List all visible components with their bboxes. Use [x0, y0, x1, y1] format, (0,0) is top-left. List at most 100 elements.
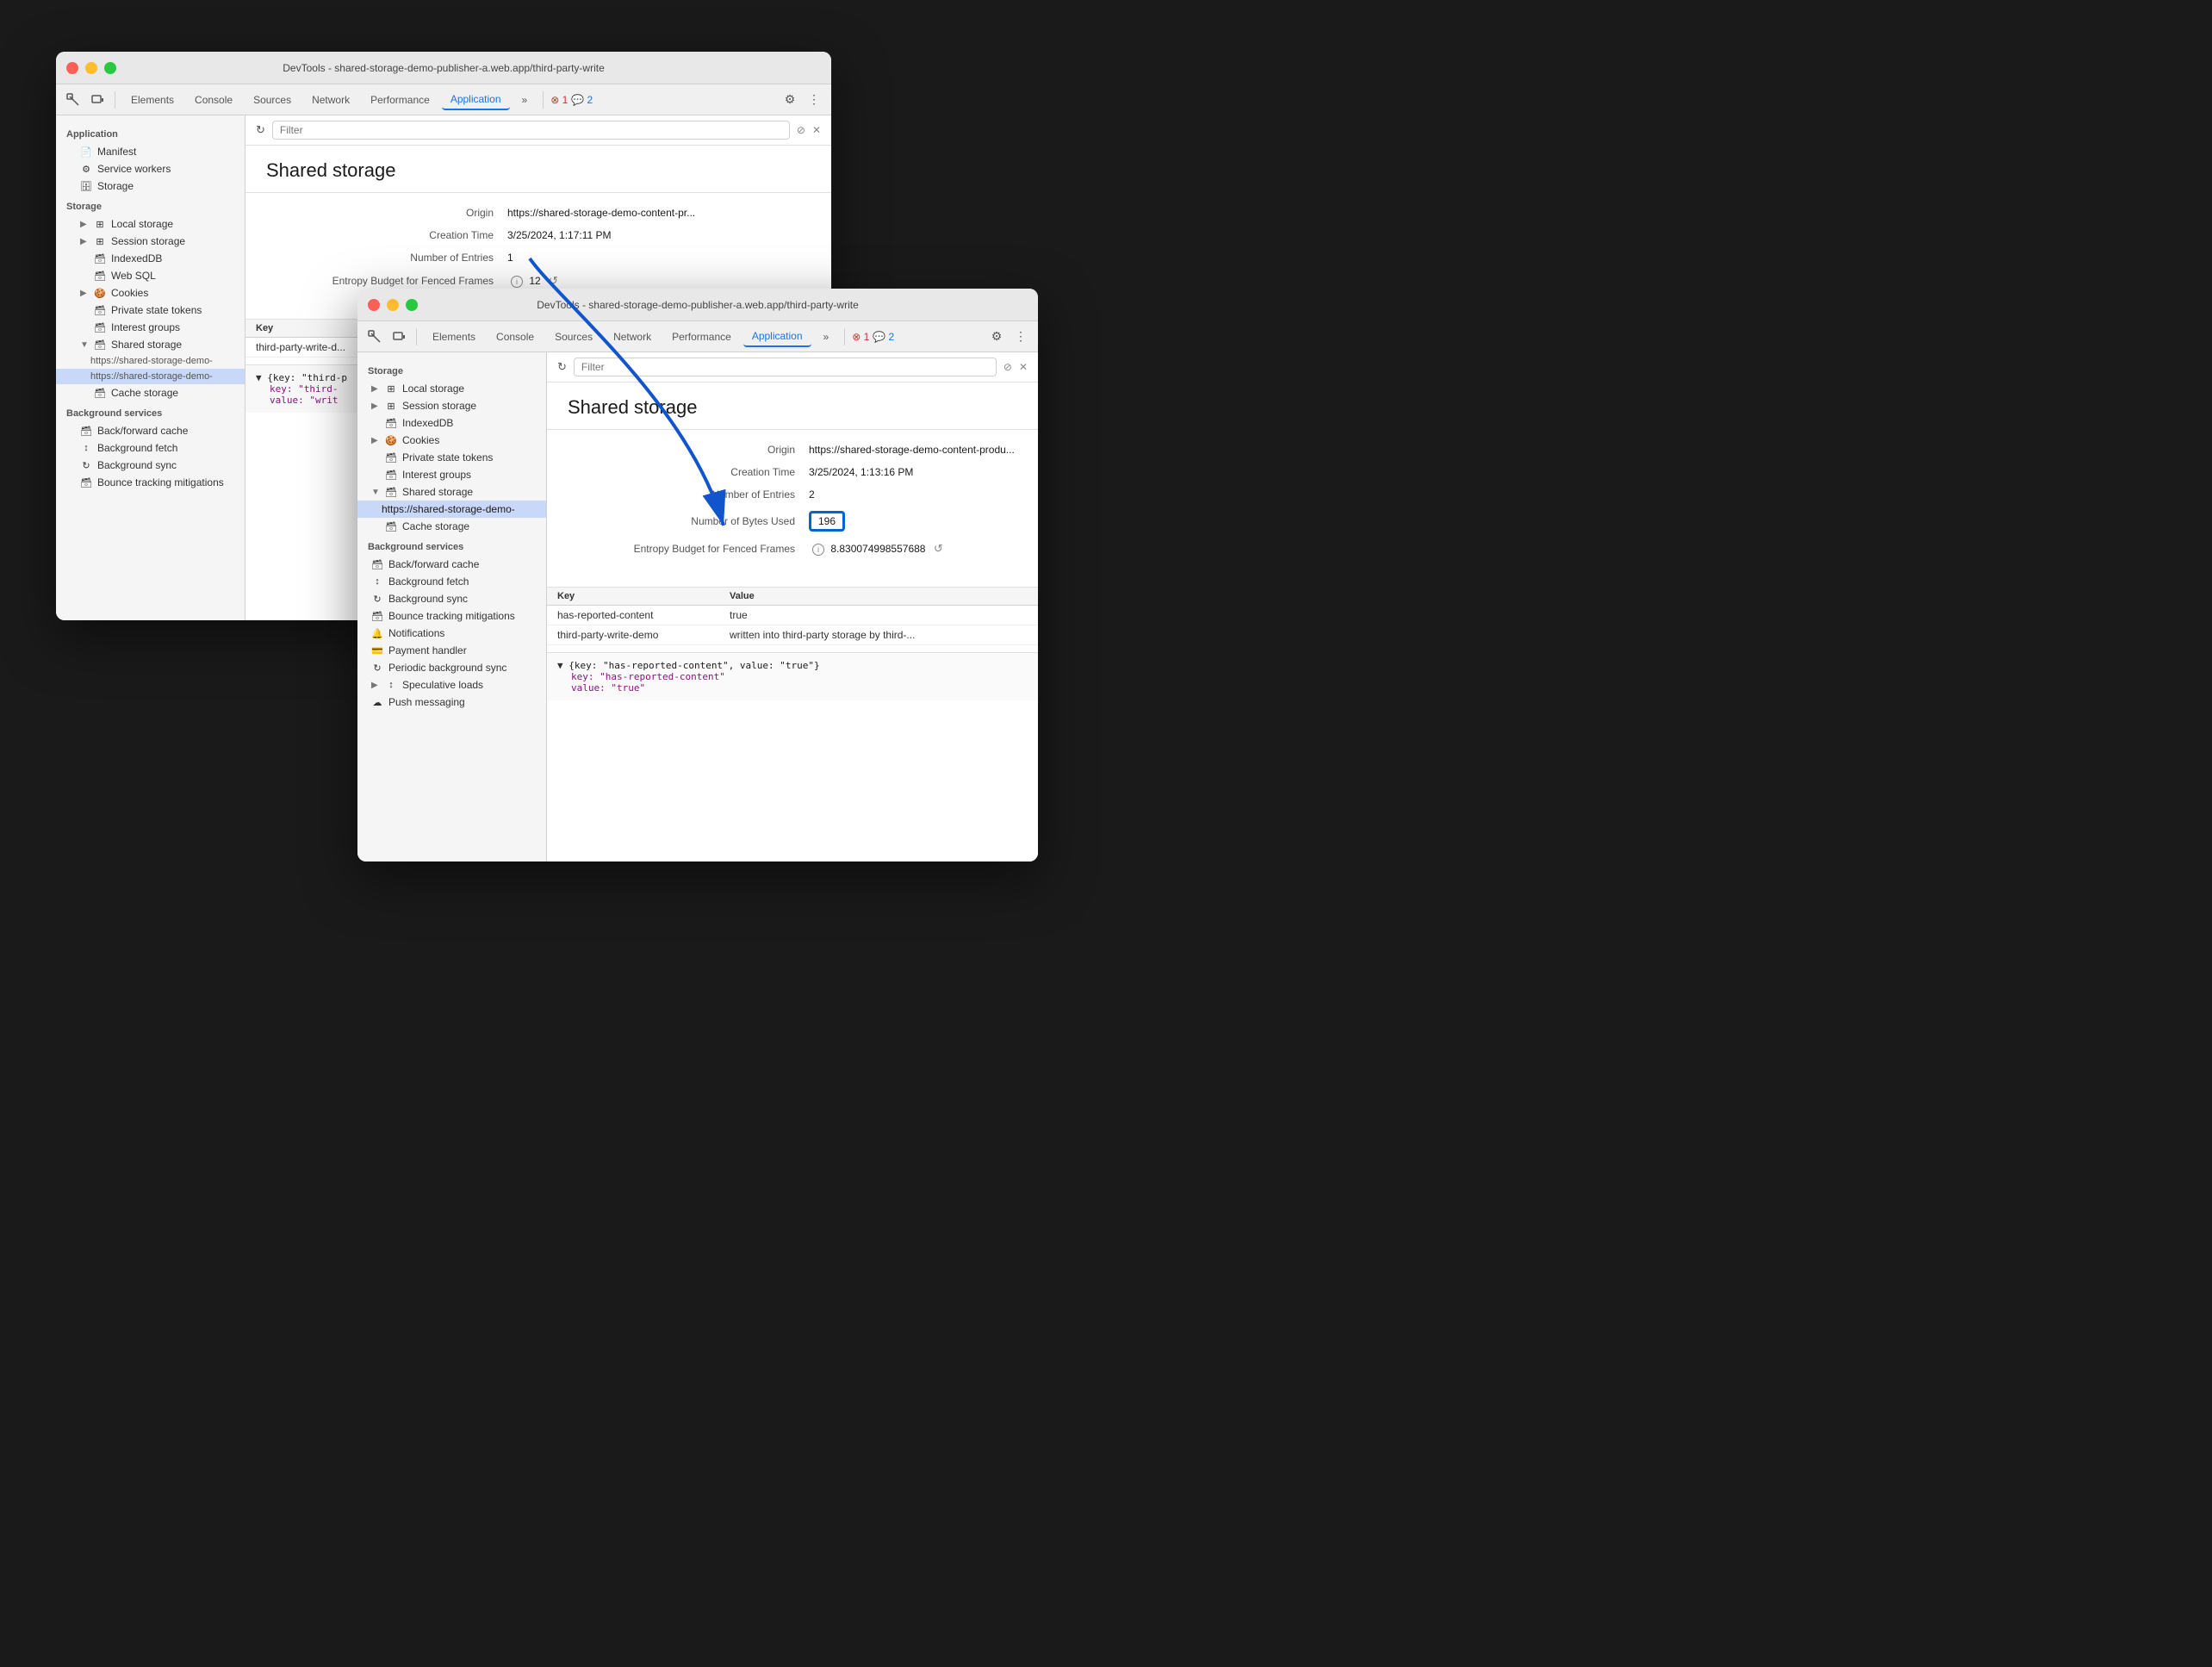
inspect-icon-2[interactable]: [364, 327, 385, 347]
sidebar-shared-url-2[interactable]: https://shared-storage-demo-: [56, 369, 245, 384]
json-triangle-1[interactable]: ▼: [256, 372, 262, 383]
sidebar-interest-groups-2[interactable]: ▶ 🗃 Interest groups: [357, 466, 546, 483]
json-triangle-2[interactable]: ▼: [557, 660, 563, 671]
sidebar-bg-sync[interactable]: ↻ Background sync: [56, 457, 245, 474]
sidebar-websql[interactable]: ▶ 🗃 Web SQL: [56, 267, 245, 284]
row-value-2-2: written into third-party storage by thir…: [730, 629, 1028, 641]
tab-elements-2[interactable]: Elements: [424, 327, 484, 346]
sidebar-cookies[interactable]: ▶ 🍪 Cookies: [56, 284, 245, 302]
minimize-button-2[interactable]: [387, 299, 399, 311]
sidebar-shared-storage[interactable]: ▼ 🗃 Shared storage: [56, 336, 245, 353]
sidebar-indexeddb[interactable]: ▶ 🗃 IndexedDB: [56, 250, 245, 267]
table-row-2-2[interactable]: third-party-write-demo written into thir…: [547, 625, 1038, 645]
sidebar-manifest[interactable]: 📄 Manifest: [56, 143, 245, 160]
sidebar-cookies-2[interactable]: ▶ 🍪 Cookies: [357, 432, 546, 449]
sidebar-shared-url-1[interactable]: https://shared-storage-demo-: [56, 353, 245, 369]
tab-sources-1[interactable]: Sources: [245, 90, 300, 109]
table-header-2: Key Value: [547, 588, 1038, 606]
maximize-button-2[interactable]: [406, 299, 418, 311]
sidebar-indexeddb-2[interactable]: ▶ 🗃 IndexedDB: [357, 414, 546, 432]
sidebar-bg-sync-2[interactable]: ↻ Background sync: [357, 590, 546, 607]
close-button-2[interactable]: [368, 299, 380, 311]
arrow-shared-2: ▼: [371, 488, 380, 497]
tab-console-1[interactable]: Console: [186, 90, 241, 109]
sidebar-private-tokens-2[interactable]: ▶ 🗃 Private state tokens: [357, 449, 546, 466]
tab-elements-1[interactable]: Elements: [122, 90, 183, 109]
error-badge-1: ⊗ 1: [550, 94, 568, 106]
sidebar-bounce-tracking[interactable]: 🗃 Bounce tracking mitigations: [56, 474, 245, 491]
json-key-line-2: key: "has-reported-content": [557, 671, 1028, 682]
entropy-info-icon[interactable]: i: [511, 276, 523, 288]
sidebar-private-tokens[interactable]: ▶ 🗃 Private state tokens: [56, 302, 245, 319]
arrow-session-2: ▶: [371, 401, 380, 411]
maximize-button-1[interactable]: [104, 62, 116, 74]
sidebar-shared-url-2-1[interactable]: https://shared-storage-demo-: [357, 501, 546, 518]
sidebar-back-forward[interactable]: 🗃 Back/forward cache: [56, 422, 245, 439]
sidebar-cache-storage-2[interactable]: ▶ 🗃 Cache storage: [357, 518, 546, 535]
sidebar-notifications-2[interactable]: 🔔 Notifications: [357, 625, 546, 642]
device-icon[interactable]: [87, 90, 108, 110]
sidebar-shared-storage-2[interactable]: ▼ 🗃 Shared storage: [357, 483, 546, 501]
device-icon-2[interactable]: [388, 327, 409, 347]
tab-sources-2[interactable]: Sources: [546, 327, 601, 346]
tab-more-2[interactable]: »: [815, 327, 838, 346]
filter-input-2[interactable]: [574, 358, 997, 376]
more-icon-1[interactable]: ⋮: [804, 90, 824, 110]
tab-application-1[interactable]: Application: [442, 90, 510, 110]
creation-value-1: 3/25/2024, 1:17:11 PM: [507, 229, 612, 241]
inspect-icon[interactable]: [63, 90, 84, 110]
storage-section-header-2: Storage: [357, 359, 546, 380]
entropy-reload-icon-2[interactable]: ↺: [934, 542, 943, 555]
service-workers-icon: ⚙: [80, 163, 92, 175]
minimize-button-1[interactable]: [85, 62, 97, 74]
origin-value-2: https://shared-storage-demo-content-prod…: [809, 444, 1015, 456]
sidebar-service-workers[interactable]: ⚙ Service workers: [56, 160, 245, 177]
filter-input-1[interactable]: [272, 121, 790, 140]
sidebar-bg-fetch-2[interactable]: ↕ Background fetch: [357, 573, 546, 590]
refresh-icon-1[interactable]: ↻: [256, 123, 265, 137]
sidebar-session-storage[interactable]: ▶ ⊞ Session storage: [56, 233, 245, 250]
sidebar-local-storage[interactable]: ▶ ⊞ Local storage: [56, 215, 245, 233]
settings-icon-2[interactable]: ⚙: [986, 327, 1007, 347]
settings-icon-1[interactable]: ⚙: [780, 90, 800, 110]
tab-network-2[interactable]: Network: [605, 327, 660, 346]
tab-performance-2[interactable]: Performance: [663, 327, 740, 346]
sidebar-periodic-sync[interactable]: ↻ Periodic background sync: [357, 659, 546, 676]
interest-groups-icon: 🗃: [94, 321, 106, 333]
sidebar-storage-top[interactable]: 🗄 Storage: [56, 177, 245, 195]
tab-application-2[interactable]: Application: [743, 327, 811, 347]
sidebar-payment-handler[interactable]: 💳 Payment handler: [357, 642, 546, 659]
more-icon-2[interactable]: ⋮: [1010, 327, 1031, 347]
tab-more-1[interactable]: »: [513, 90, 537, 109]
sidebar-2: Storage ▶ ⊞ Local storage ▶ ⊞ Session st…: [357, 352, 547, 861]
cookies-icon-2: 🍪: [385, 434, 397, 446]
refresh-icon-2[interactable]: ↻: [557, 360, 567, 374]
sidebar-local-storage-2[interactable]: ▶ ⊞ Local storage: [357, 380, 546, 397]
close-filter-icon-2[interactable]: ✕: [1019, 361, 1028, 373]
origin-value-1: https://shared-storage-demo-content-pr..…: [507, 207, 695, 219]
clear-filter-icon-1[interactable]: ⊘: [797, 124, 805, 136]
tab-performance-1[interactable]: Performance: [362, 90, 438, 109]
sidebar-cache-storage-1[interactable]: ▶ 🗃 Cache storage: [56, 384, 245, 401]
periodic-sync-icon: ↻: [371, 662, 383, 674]
sidebar-push-messaging[interactable]: ☁ Push messaging: [357, 694, 546, 711]
sidebar-bg-fetch[interactable]: ↕ Background fetch: [56, 439, 245, 457]
back-forward-icon: 🗃: [80, 425, 92, 437]
sidebar-interest-groups[interactable]: ▶ 🗃 Interest groups: [56, 319, 245, 336]
close-button-1[interactable]: [66, 62, 78, 74]
clear-filter-icon-2[interactable]: ⊘: [1003, 361, 1012, 373]
info-badge-1: 💬 2: [571, 94, 593, 106]
entropy-reload-icon[interactable]: ↺: [549, 274, 558, 287]
close-filter-icon-1[interactable]: ✕: [812, 124, 821, 136]
sidebar-session-storage-2[interactable]: ▶ ⊞ Session storage: [357, 397, 546, 414]
sidebar-bounce-2[interactable]: 🗃 Bounce tracking mitigations: [357, 607, 546, 625]
sidebar-speculative-loads[interactable]: ▶ ↕ Speculative loads: [357, 676, 546, 694]
arrow-shared: ▼: [80, 340, 89, 350]
sidebar-back-forward-2[interactable]: 🗃 Back/forward cache: [357, 556, 546, 573]
bytes-value-2: 196: [818, 515, 836, 527]
tab-network-1[interactable]: Network: [303, 90, 358, 109]
table-row-2-1[interactable]: has-reported-content true: [547, 606, 1038, 625]
tab-console-2[interactable]: Console: [488, 327, 543, 346]
app-section-header: Application: [56, 122, 245, 143]
entropy-info-icon-2[interactable]: i: [812, 544, 824, 556]
